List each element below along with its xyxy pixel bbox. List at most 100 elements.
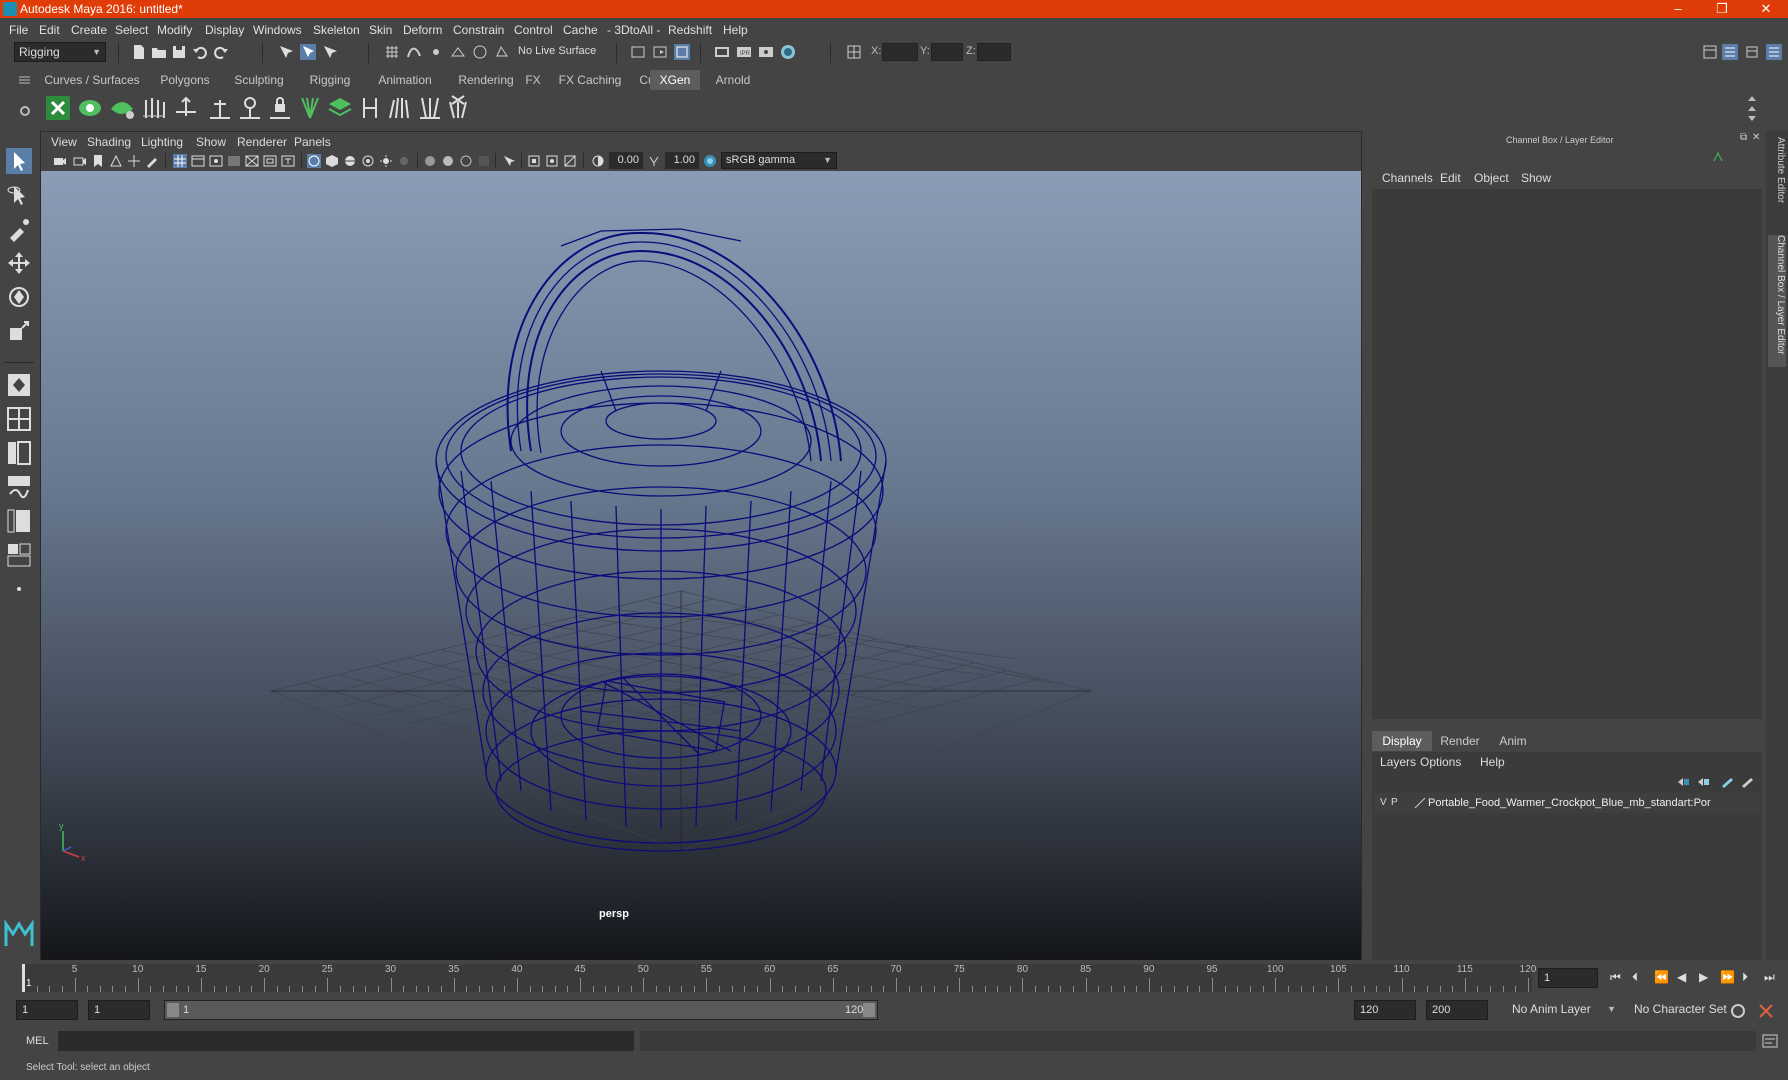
- guide-bend-icon[interactable]: [356, 94, 384, 122]
- gate-mask-icon[interactable]: [227, 154, 241, 168]
- auto-key-icon[interactable]: [1730, 1003, 1746, 1019]
- tab-animation[interactable]: Animation: [364, 70, 446, 90]
- bookmark-icon[interactable]: [91, 154, 105, 168]
- character-set-dropdown[interactable]: No Character Set: [1630, 1000, 1740, 1020]
- menu-edit[interactable]: Edit: [39, 23, 60, 37]
- select-hierarchy-icon[interactable]: [278, 44, 294, 60]
- shadows-icon[interactable]: [397, 154, 411, 168]
- undo-icon[interactable]: [192, 44, 208, 60]
- vp-menu-view[interactable]: View: [51, 135, 77, 149]
- add-patch-icon[interactable]: [108, 94, 136, 122]
- x-input[interactable]: [882, 43, 918, 61]
- new-empty-layer-icon[interactable]: [1720, 776, 1734, 788]
- layer-playback-toggle[interactable]: P: [1391, 797, 1398, 808]
- textured-icon[interactable]: [361, 154, 375, 168]
- close-panel-icon[interactable]: ✕: [1752, 132, 1760, 143]
- menu-windows[interactable]: Windows: [253, 23, 302, 37]
- step-forward-frame-icon[interactable]: ⏵: [1742, 970, 1748, 985]
- layer-visibility-toggle[interactable]: V: [1380, 797, 1387, 808]
- vp-menu-show[interactable]: Show: [196, 135, 226, 149]
- step-back-key-icon[interactable]: ⏪: [1654, 970, 1669, 984]
- gamma-input[interactable]: 1.00: [665, 152, 699, 169]
- select-component-icon[interactable]: [322, 44, 338, 60]
- select-object-icon[interactable]: [300, 44, 316, 60]
- safe-action-icon[interactable]: [263, 154, 277, 168]
- persp-graph-layout-icon[interactable]: [6, 474, 32, 500]
- snap-curve-icon[interactable]: [406, 44, 422, 60]
- snap-point-icon[interactable]: [428, 44, 444, 60]
- range-bar[interactable]: 1 120: [164, 1000, 878, 1020]
- add-guide-plus-icon[interactable]: [206, 94, 234, 122]
- groom-delete-icon[interactable]: [444, 94, 472, 122]
- layer-menu-help[interactable]: Help: [1480, 755, 1505, 769]
- select-camera-icon[interactable]: [53, 154, 67, 168]
- 3d-scene[interactable]: y x persp: [41, 171, 1361, 960]
- move-layer-down-icon[interactable]: [1696, 776, 1710, 788]
- color-management-icon[interactable]: [703, 154, 717, 168]
- minimize-button[interactable]: –: [1656, 0, 1700, 18]
- snap-plane-icon[interactable]: [450, 44, 466, 60]
- y-input[interactable]: [931, 43, 963, 61]
- tab-fx[interactable]: FX: [516, 70, 550, 90]
- depth-of-field-icon[interactable]: [477, 154, 491, 168]
- snap-grid-icon[interactable]: [384, 44, 400, 60]
- screen-space-ao-icon[interactable]: [423, 154, 437, 168]
- attribute-editor-side-tab[interactable]: Attribute Editor: [1768, 137, 1786, 217]
- exposure-icon[interactable]: [591, 154, 605, 168]
- save-scene-icon[interactable]: [171, 44, 187, 60]
- float-panel-icon[interactable]: ⧉: [1740, 132, 1747, 143]
- menu-skeleton[interactable]: Skeleton: [313, 23, 360, 37]
- all-lights-icon[interactable]: [379, 154, 393, 168]
- lasso-tool-icon[interactable]: [6, 182, 32, 208]
- input-ops-icon[interactable]: [630, 44, 646, 60]
- menu-deform[interactable]: Deform: [403, 23, 442, 37]
- exposure-input[interactable]: 0.00: [609, 152, 643, 169]
- guide-sculpt-icon[interactable]: [172, 94, 200, 122]
- step-back-frame-icon[interactable]: ⏴: [1632, 970, 1638, 985]
- 2d-pan-zoom-icon[interactable]: [127, 154, 141, 168]
- animation-end-input[interactable]: 200: [1426, 1000, 1488, 1020]
- camera-attributes-icon[interactable]: [73, 154, 87, 168]
- ipr-render-icon[interactable]: IPR: [736, 44, 752, 60]
- field-chart-icon[interactable]: [245, 154, 259, 168]
- single-perspective-layout-icon[interactable]: [6, 372, 32, 398]
- playback-start-input[interactable]: 1: [88, 1000, 150, 1020]
- command-input[interactable]: [58, 1031, 634, 1051]
- menu-modify[interactable]: Modify: [157, 23, 192, 37]
- layer-tab-display[interactable]: Display: [1372, 731, 1432, 751]
- cb-menu-channels[interactable]: Channels: [1382, 171, 1433, 185]
- guide-layers-icon[interactable]: [326, 94, 354, 122]
- resolution-gate-icon[interactable]: [209, 154, 223, 168]
- grid-toggle-icon[interactable]: [173, 154, 187, 168]
- menu-display[interactable]: Display: [205, 23, 244, 37]
- menu-cache[interactable]: Cache: [563, 23, 598, 37]
- tab-rendering[interactable]: Rendering: [446, 70, 526, 90]
- cb-menu-edit[interactable]: Edit: [1440, 171, 1461, 185]
- animation-preferences-icon[interactable]: [1758, 1003, 1774, 1019]
- z-input[interactable]: [977, 43, 1011, 61]
- layer-menu-layers[interactable]: Layers: [1380, 755, 1416, 769]
- play-forwards-icon[interactable]: ▶: [1699, 970, 1708, 984]
- make-live-icon[interactable]: [494, 44, 510, 60]
- go-to-end-icon[interactable]: ⏭: [1764, 970, 1775, 985]
- film-gate-icon[interactable]: [191, 154, 205, 168]
- step-forward-key-icon[interactable]: ⏩: [1720, 970, 1735, 984]
- layer-row[interactable]: V P Portable_Food_Warmer_Crockpot_Blue_m…: [1374, 793, 1760, 813]
- layer-menu-options[interactable]: Options: [1420, 755, 1461, 769]
- outliner-layout-icon[interactable]: [6, 542, 32, 568]
- move-tool-icon[interactable]: [6, 250, 32, 276]
- tab-arnold[interactable]: Arnold: [706, 70, 760, 90]
- vp-menu-lighting[interactable]: Lighting: [141, 135, 183, 149]
- render-frame-icon[interactable]: [714, 44, 730, 60]
- tab-curves-surfaces[interactable]: Curves / Surfaces: [36, 70, 148, 90]
- transform-mode-icon[interactable]: [846, 44, 862, 60]
- menu-redshift[interactable]: Redshift: [668, 23, 712, 37]
- xray-components-icon[interactable]: [563, 154, 577, 168]
- menu-file[interactable]: File: [9, 23, 28, 37]
- menu-constrain[interactable]: Constrain: [453, 23, 504, 37]
- color-space-dropdown[interactable]: sRGB gamma ▼: [721, 152, 837, 169]
- cb-menu-show[interactable]: Show: [1521, 171, 1551, 185]
- more-layouts-icon[interactable]: [6, 576, 32, 602]
- tab-rigging[interactable]: Rigging: [296, 70, 364, 90]
- script-editor-icon[interactable]: [1762, 1034, 1778, 1048]
